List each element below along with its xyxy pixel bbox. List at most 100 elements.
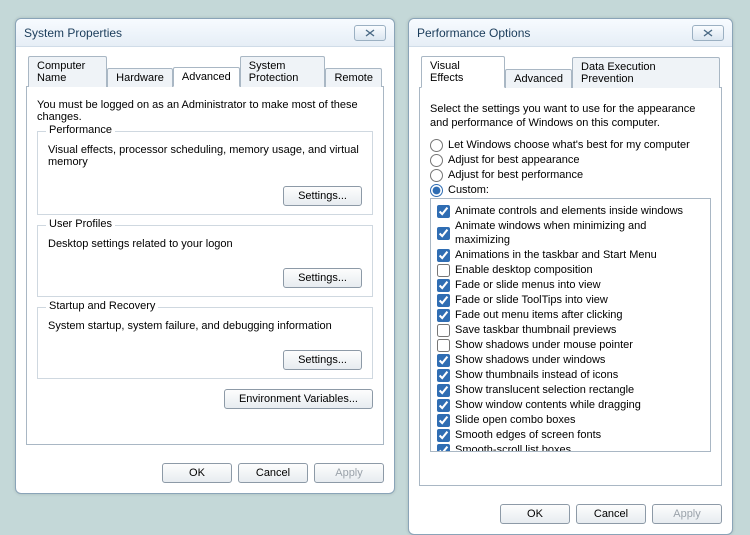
check-label: Smooth-scroll list boxes <box>455 443 571 452</box>
tab-computer-name[interactable]: Computer Name <box>28 56 107 87</box>
group-legend: Performance <box>46 124 115 136</box>
check-item[interactable]: Fade or slide ToolTips into view <box>437 293 704 307</box>
group-legend: Startup and Recovery <box>46 300 158 312</box>
check-item[interactable]: Smooth-scroll list boxes <box>437 443 704 452</box>
check-label: Enable desktop composition <box>455 263 593 277</box>
close-button[interactable] <box>354 25 386 41</box>
check-item[interactable]: Animate windows when minimizing and maxi… <box>437 219 704 247</box>
check-item[interactable]: Animations in the taskbar and Start Menu <box>437 248 704 262</box>
tab-remote[interactable]: Remote <box>325 68 382 87</box>
group-desc: Visual effects, processor scheduling, me… <box>48 144 362 168</box>
radio-best-performance[interactable]: Adjust for best performance <box>430 168 711 182</box>
check-input[interactable] <box>437 279 450 292</box>
tabstrip: Computer NameHardwareAdvancedSystem Prot… <box>26 55 384 87</box>
radio-best-appearance[interactable]: Adjust for best appearance <box>430 153 711 167</box>
check-item[interactable]: Show shadows under mouse pointer <box>437 338 704 352</box>
check-label: Fade or slide menus into view <box>455 278 601 292</box>
group-desc: System startup, system failure, and debu… <box>48 320 362 332</box>
performance-options-dialog: Performance Options Visual EffectsAdvanc… <box>408 18 733 535</box>
tab-panel-advanced: You must be logged on as an Administrato… <box>26 87 384 445</box>
check-input[interactable] <box>437 429 450 442</box>
group-startup-recovery: Startup and Recovery System startup, sys… <box>37 307 373 379</box>
check-input[interactable] <box>437 309 450 322</box>
check-label: Animate windows when minimizing and maxi… <box>455 219 704 247</box>
check-input[interactable] <box>437 227 450 240</box>
check-input[interactable] <box>437 414 450 427</box>
dialog-buttons: OK Cancel Apply <box>409 496 732 534</box>
radio-auto[interactable]: Let Windows choose what's best for my co… <box>430 138 711 152</box>
check-item[interactable]: Show window contents while dragging <box>437 398 704 412</box>
radio-label: Adjust for best appearance <box>448 153 579 167</box>
check-input[interactable] <box>437 249 450 262</box>
group-legend: User Profiles <box>46 218 115 230</box>
radio-custom[interactable]: Custom: <box>430 183 711 197</box>
check-label: Smooth edges of screen fonts <box>455 428 601 442</box>
cancel-button[interactable]: Cancel <box>576 504 646 524</box>
user-profiles-settings-button[interactable]: Settings... <box>283 268 362 288</box>
ok-button[interactable]: OK <box>500 504 570 524</box>
instruction-text: Select the settings you want to use for … <box>430 102 711 130</box>
environment-variables-button[interactable]: Environment Variables... <box>224 389 373 409</box>
radio-label: Let Windows choose what's best for my co… <box>448 138 690 152</box>
apply-button[interactable]: Apply <box>652 504 722 524</box>
check-input[interactable] <box>437 339 450 352</box>
tab-visual-effects[interactable]: Visual Effects <box>421 56 505 88</box>
check-label: Show thumbnails instead of icons <box>455 368 618 382</box>
visual-effects-checklist[interactable]: Animate controls and elements inside win… <box>430 198 711 452</box>
check-item[interactable]: Fade out menu items after clicking <box>437 308 704 322</box>
cancel-button[interactable]: Cancel <box>238 463 308 483</box>
tab-advanced[interactable]: Advanced <box>173 67 240 87</box>
radio-custom-input[interactable] <box>430 184 443 197</box>
check-input[interactable] <box>437 444 450 453</box>
check-label: Fade out menu items after clicking <box>455 308 623 322</box>
check-item[interactable]: Slide open combo boxes <box>437 413 704 427</box>
tab-panel-visual-effects: Select the settings you want to use for … <box>419 88 722 486</box>
ok-button[interactable]: OK <box>162 463 232 483</box>
check-label: Show translucent selection rectangle <box>455 383 634 397</box>
tabstrip: Visual EffectsAdvancedData Execution Pre… <box>419 55 722 88</box>
check-label: Animate controls and elements inside win… <box>455 204 683 218</box>
check-input[interactable] <box>437 384 450 397</box>
dialog-buttons: OK Cancel Apply <box>16 455 394 493</box>
check-item[interactable]: Fade or slide menus into view <box>437 278 704 292</box>
check-input[interactable] <box>437 324 450 337</box>
radio-label: Custom: <box>448 183 489 197</box>
tab-hardware[interactable]: Hardware <box>107 68 173 87</box>
radio-best-performance-input[interactable] <box>430 169 443 182</box>
startup-recovery-settings-button[interactable]: Settings... <box>283 350 362 370</box>
check-item[interactable]: Show shadows under windows <box>437 353 704 367</box>
check-item[interactable]: Enable desktop composition <box>437 263 704 277</box>
check-item[interactable]: Animate controls and elements inside win… <box>437 204 704 218</box>
apply-button[interactable]: Apply <box>314 463 384 483</box>
check-item[interactable]: Save taskbar thumbnail previews <box>437 323 704 337</box>
titlebar: Performance Options <box>409 19 732 47</box>
check-item[interactable]: Smooth edges of screen fonts <box>437 428 704 442</box>
close-button[interactable] <box>692 25 724 41</box>
check-input[interactable] <box>437 205 450 218</box>
dialog-body: Visual EffectsAdvancedData Execution Pre… <box>409 47 732 496</box>
check-input[interactable] <box>437 369 450 382</box>
radio-label: Adjust for best performance <box>448 168 583 182</box>
group-user-profiles: User Profiles Desktop settings related t… <box>37 225 373 297</box>
close-icon <box>703 29 713 37</box>
radio-auto-input[interactable] <box>430 139 443 152</box>
check-label: Fade or slide ToolTips into view <box>455 293 608 307</box>
system-properties-dialog: System Properties Computer NameHardwareA… <box>15 18 395 494</box>
dialog-title: Performance Options <box>417 26 692 40</box>
tab-data-execution-prevention[interactable]: Data Execution Prevention <box>572 57 720 88</box>
check-input[interactable] <box>437 264 450 277</box>
performance-settings-button[interactable]: Settings... <box>283 186 362 206</box>
check-input[interactable] <box>437 399 450 412</box>
admin-note: You must be logged on as an Administrato… <box>37 99 373 123</box>
check-item[interactable]: Show translucent selection rectangle <box>437 383 704 397</box>
tab-system-protection[interactable]: System Protection <box>240 56 326 87</box>
check-input[interactable] <box>437 354 450 367</box>
check-input[interactable] <box>437 294 450 307</box>
group-desc: Desktop settings related to your logon <box>48 238 362 250</box>
check-item[interactable]: Show thumbnails instead of icons <box>437 368 704 382</box>
check-label: Save taskbar thumbnail previews <box>455 323 616 337</box>
check-label: Show shadows under mouse pointer <box>455 338 633 352</box>
radio-best-appearance-input[interactable] <box>430 154 443 167</box>
dialog-title: System Properties <box>24 26 354 40</box>
tab-advanced[interactable]: Advanced <box>505 69 572 88</box>
